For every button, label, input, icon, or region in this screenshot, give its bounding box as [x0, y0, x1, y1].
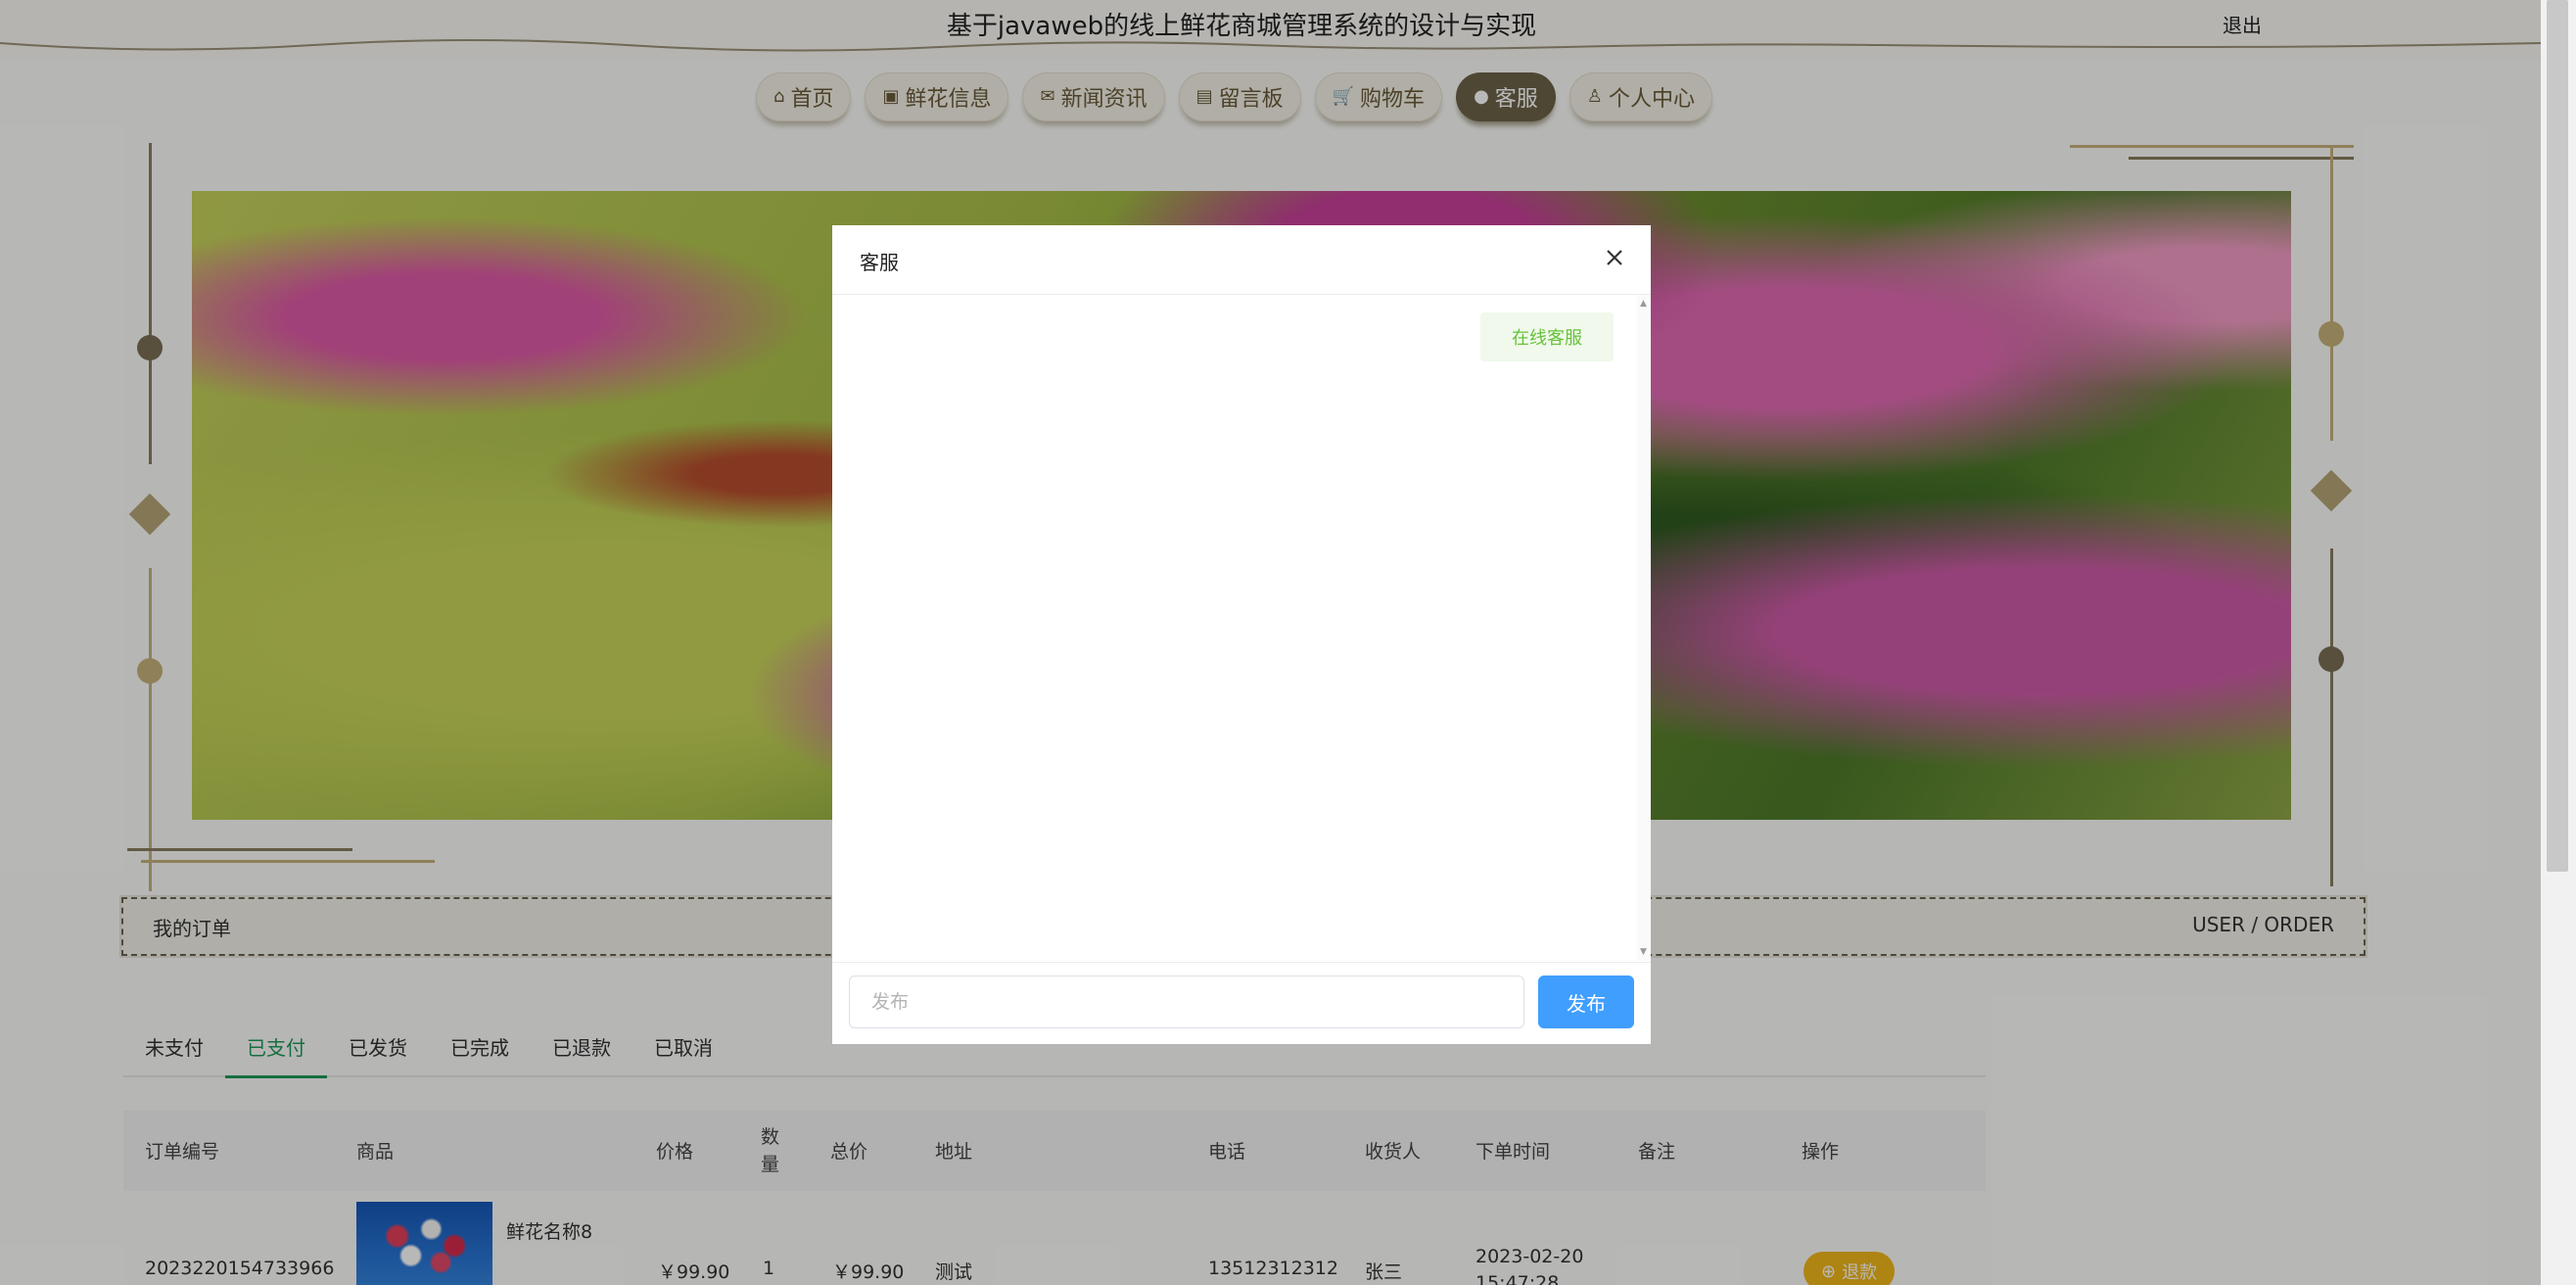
page-scrollbar[interactable] [2541, 0, 2576, 1285]
scrollbar-thumb[interactable] [2547, 0, 2568, 872]
chat-message-area[interactable]: 在线客服 ▲ ▼ [832, 295, 1651, 961]
dialog-header: 客服 [832, 225, 1651, 295]
chat-message-bubble: 在线客服 [1480, 312, 1614, 361]
chat-scrollbar[interactable]: ▲ ▼ [1637, 295, 1651, 961]
send-button[interactable]: 发布 [1538, 976, 1634, 1028]
close-icon[interactable] [1600, 243, 1629, 272]
dialog-title: 客服 [860, 251, 899, 274]
support-chat-dialog: 客服 在线客服 ▲ ▼ 发布 [832, 225, 1651, 1044]
scroll-up-arrow-icon[interactable]: ▲ [1640, 299, 1647, 309]
dialog-footer: 发布 [832, 962, 1651, 1045]
message-input[interactable] [849, 976, 1524, 1028]
scroll-down-arrow-icon[interactable]: ▼ [1640, 947, 1647, 957]
